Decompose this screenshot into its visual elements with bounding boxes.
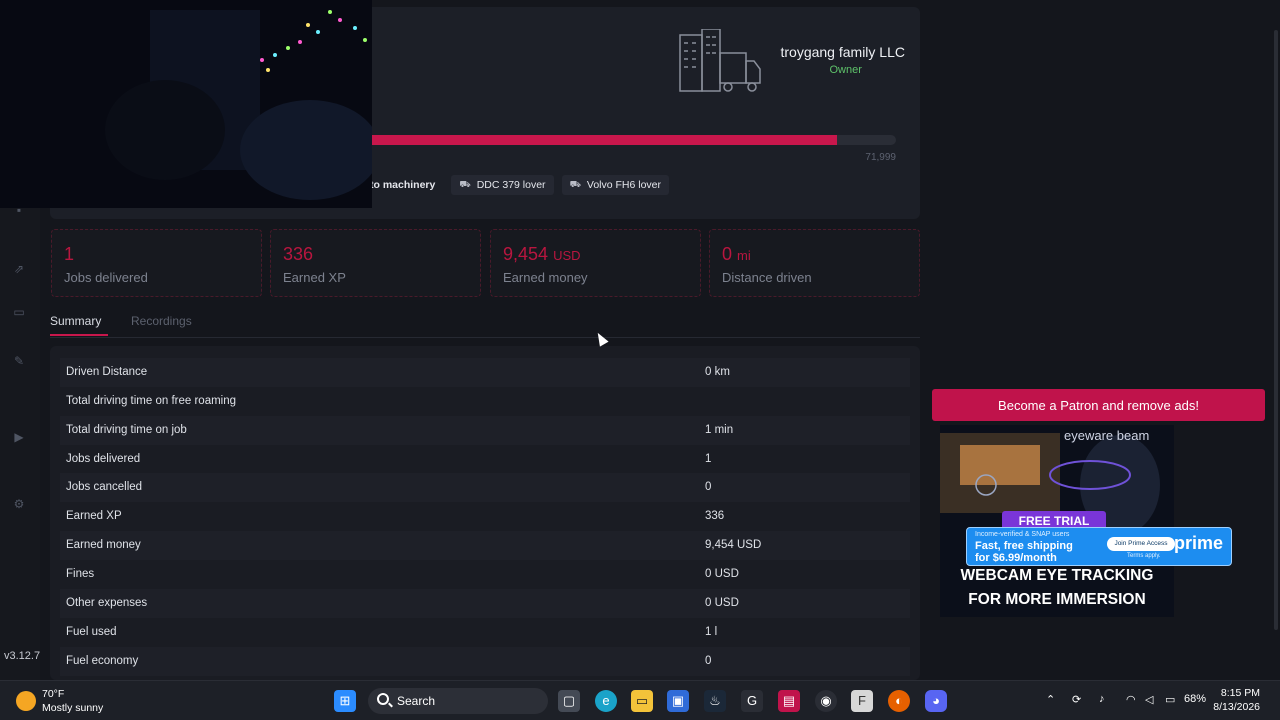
- table-row: Fines 0 USD: [66, 568, 739, 580]
- brush-icon[interactable]: ✎: [12, 354, 26, 368]
- badge-label: to machinery: [370, 179, 436, 191]
- obs-icon[interactable]: ◉: [815, 690, 837, 712]
- prime-eligibility: Income-verified & SNAP users: [975, 531, 1070, 538]
- stat-distance-driven: 0 mi Distance driven: [709, 229, 920, 297]
- badge[interactable]: to machinery: [368, 175, 443, 195]
- game-app-icon[interactable]: ▤: [778, 690, 800, 712]
- table-row: Other expenses 0 USD: [60, 589, 910, 618]
- logitech-icon[interactable]: G: [741, 690, 763, 712]
- scrollbar-thumb[interactable]: [1274, 30, 1278, 630]
- webcam-image: [0, 0, 372, 208]
- search-label: Search: [397, 694, 436, 708]
- system-clock[interactable]: 8:15 PM 8/13/2026: [1213, 686, 1260, 714]
- battery-percent: 68%: [1184, 693, 1207, 705]
- stat-label: Earned XP: [283, 270, 346, 285]
- table-row: Jobs delivered 1: [66, 453, 712, 465]
- badge[interactable]: ⛟ Volvo FH6 lover: [561, 175, 670, 195]
- share-icon[interactable]: ⇗: [12, 262, 26, 276]
- chevron-up-icon[interactable]: ⌃: [1046, 693, 1055, 706]
- page-scrollbar[interactable]: [1272, 0, 1280, 680]
- become-patron-button[interactable]: Become a Patron and remove ads!: [932, 389, 1265, 421]
- microphone-icon[interactable]: ♪: [1099, 693, 1105, 705]
- company-role: Owner: [829, 64, 862, 76]
- table-row: Driven Distance 0 km: [60, 358, 910, 387]
- table-row: Earned money 9,454 USD: [60, 531, 910, 560]
- stat-label: Jobs delivered: [64, 270, 148, 285]
- gear-icon[interactable]: ⚙: [12, 497, 26, 511]
- prime-offer-line-2: for $6.99/month: [975, 552, 1057, 564]
- weather-condition: Mostly sunny: [42, 702, 104, 714]
- stat-value: 9,454 USD: [503, 244, 581, 264]
- play-icon[interactable]: ▶: [12, 430, 26, 444]
- firefox-icon[interactable]: ◐: [888, 690, 910, 712]
- join-prime-button[interactable]: Join Prime Access: [1107, 537, 1175, 551]
- stat-value: 336: [283, 244, 314, 264]
- ad-headline: FOR MORE IMMERSION: [968, 591, 1146, 608]
- badge-label: DDC 379 lover: [476, 179, 546, 191]
- table-row: Jobs cancelled 0: [60, 473, 910, 502]
- tab-recordings[interactable]: Recordings: [131, 314, 192, 328]
- battery-icon[interactable]: ▭: [1165, 693, 1175, 706]
- truck-icon: ⛟: [459, 179, 471, 189]
- company-info: troygang family LLC Owner: [780, 44, 905, 76]
- table-row: Fuel used 1 l: [66, 626, 718, 638]
- prime-logo: prime: [1173, 533, 1223, 553]
- app-version: v3.12.7: [4, 650, 41, 662]
- badge-list: to machinery ⛟ DDC 379 lover ⛟ Volvo FH6 l…: [368, 175, 670, 195]
- stat-earned-xp: 336 Earned XP: [270, 229, 481, 297]
- volume-icon[interactable]: ◁: [1145, 693, 1153, 706]
- stat-earned-money: 9,454 USD Earned money: [490, 229, 701, 297]
- weather-temperature: 70°F: [42, 688, 65, 700]
- badge-label: Volvo FH6 lover: [586, 179, 662, 191]
- chat-icon[interactable]: ▭: [12, 305, 26, 319]
- badge[interactable]: ⛟ DDC 379 lover: [451, 175, 554, 195]
- company-building-icon: [679, 29, 761, 92]
- clock-date: 8/13/2026: [1213, 701, 1260, 713]
- taskbar: 70°F Mostly sunny ⊞ Search ▢ e ▭ ▣ ♨ G ▤…: [0, 680, 1280, 720]
- discord-icon[interactable]: ◕: [925, 690, 947, 712]
- active-tab-indicator: [50, 334, 108, 336]
- steam-icon[interactable]: ♨: [704, 690, 726, 712]
- table-row: Total driving time on job 1 min: [60, 416, 910, 445]
- store-icon[interactable]: ▣: [667, 690, 689, 712]
- prime-terms: Terms apply.: [1127, 553, 1161, 559]
- prime-offer-line-1: Fast, free shipping: [975, 540, 1073, 552]
- ad-headline: WEBCAM EYE TRACKING: [960, 567, 1154, 584]
- summary-table: Driven Distance 0 km Total driving time o…: [50, 346, 920, 680]
- stat-jobs-delivered: 1 Jobs delivered: [51, 229, 262, 297]
- windows-start-icon[interactable]: ⊞: [334, 690, 356, 712]
- forza-icon[interactable]: F: [851, 690, 873, 712]
- stat-label: Earned money: [503, 270, 588, 285]
- stat-label: Distance driven: [722, 270, 812, 285]
- webcam-overlay: [0, 0, 372, 208]
- search-icon: [377, 693, 389, 705]
- stat-value: 0 mi: [722, 244, 751, 264]
- sun-icon: [16, 691, 36, 711]
- table-row: Fuel economy 0: [60, 647, 910, 676]
- company-name[interactable]: troygang family LLC: [780, 44, 905, 60]
- taskbar-search[interactable]: Search: [368, 688, 548, 714]
- xp-max-label: 71,999: [865, 152, 896, 163]
- tab-summary[interactable]: Summary: [50, 314, 101, 328]
- prime-ad[interactable]: Income-verified & SNAP users Fast, free …: [966, 527, 1232, 566]
- table-row: Earned XP 336: [66, 510, 725, 522]
- truck-icon: ⛟: [569, 179, 581, 189]
- task-view-icon[interactable]: ▢: [558, 690, 580, 712]
- tab-bar: Summary Recordings: [50, 312, 920, 338]
- clock-time: 8:15 PM: [1220, 687, 1260, 699]
- file-explorer-icon[interactable]: ▭: [631, 690, 653, 712]
- ad-brand: eyeware beam: [1064, 428, 1150, 443]
- table-row: Total driving time on free roaming: [66, 395, 237, 407]
- stat-value: 1: [64, 244, 75, 264]
- app-window: ▪ ⇗ ▭ ✎ ▶ ⚙ v3.12.7 troygang family LLC …: [0, 0, 1280, 680]
- edge-icon[interactable]: e: [595, 690, 617, 712]
- wifi-icon[interactable]: ◠: [1126, 693, 1136, 706]
- ad-banner[interactable]: eyeware beam FREE TRIAL WEBCAM EYE TRACK…: [940, 425, 1174, 617]
- sync-icon[interactable]: ⟳: [1072, 693, 1081, 706]
